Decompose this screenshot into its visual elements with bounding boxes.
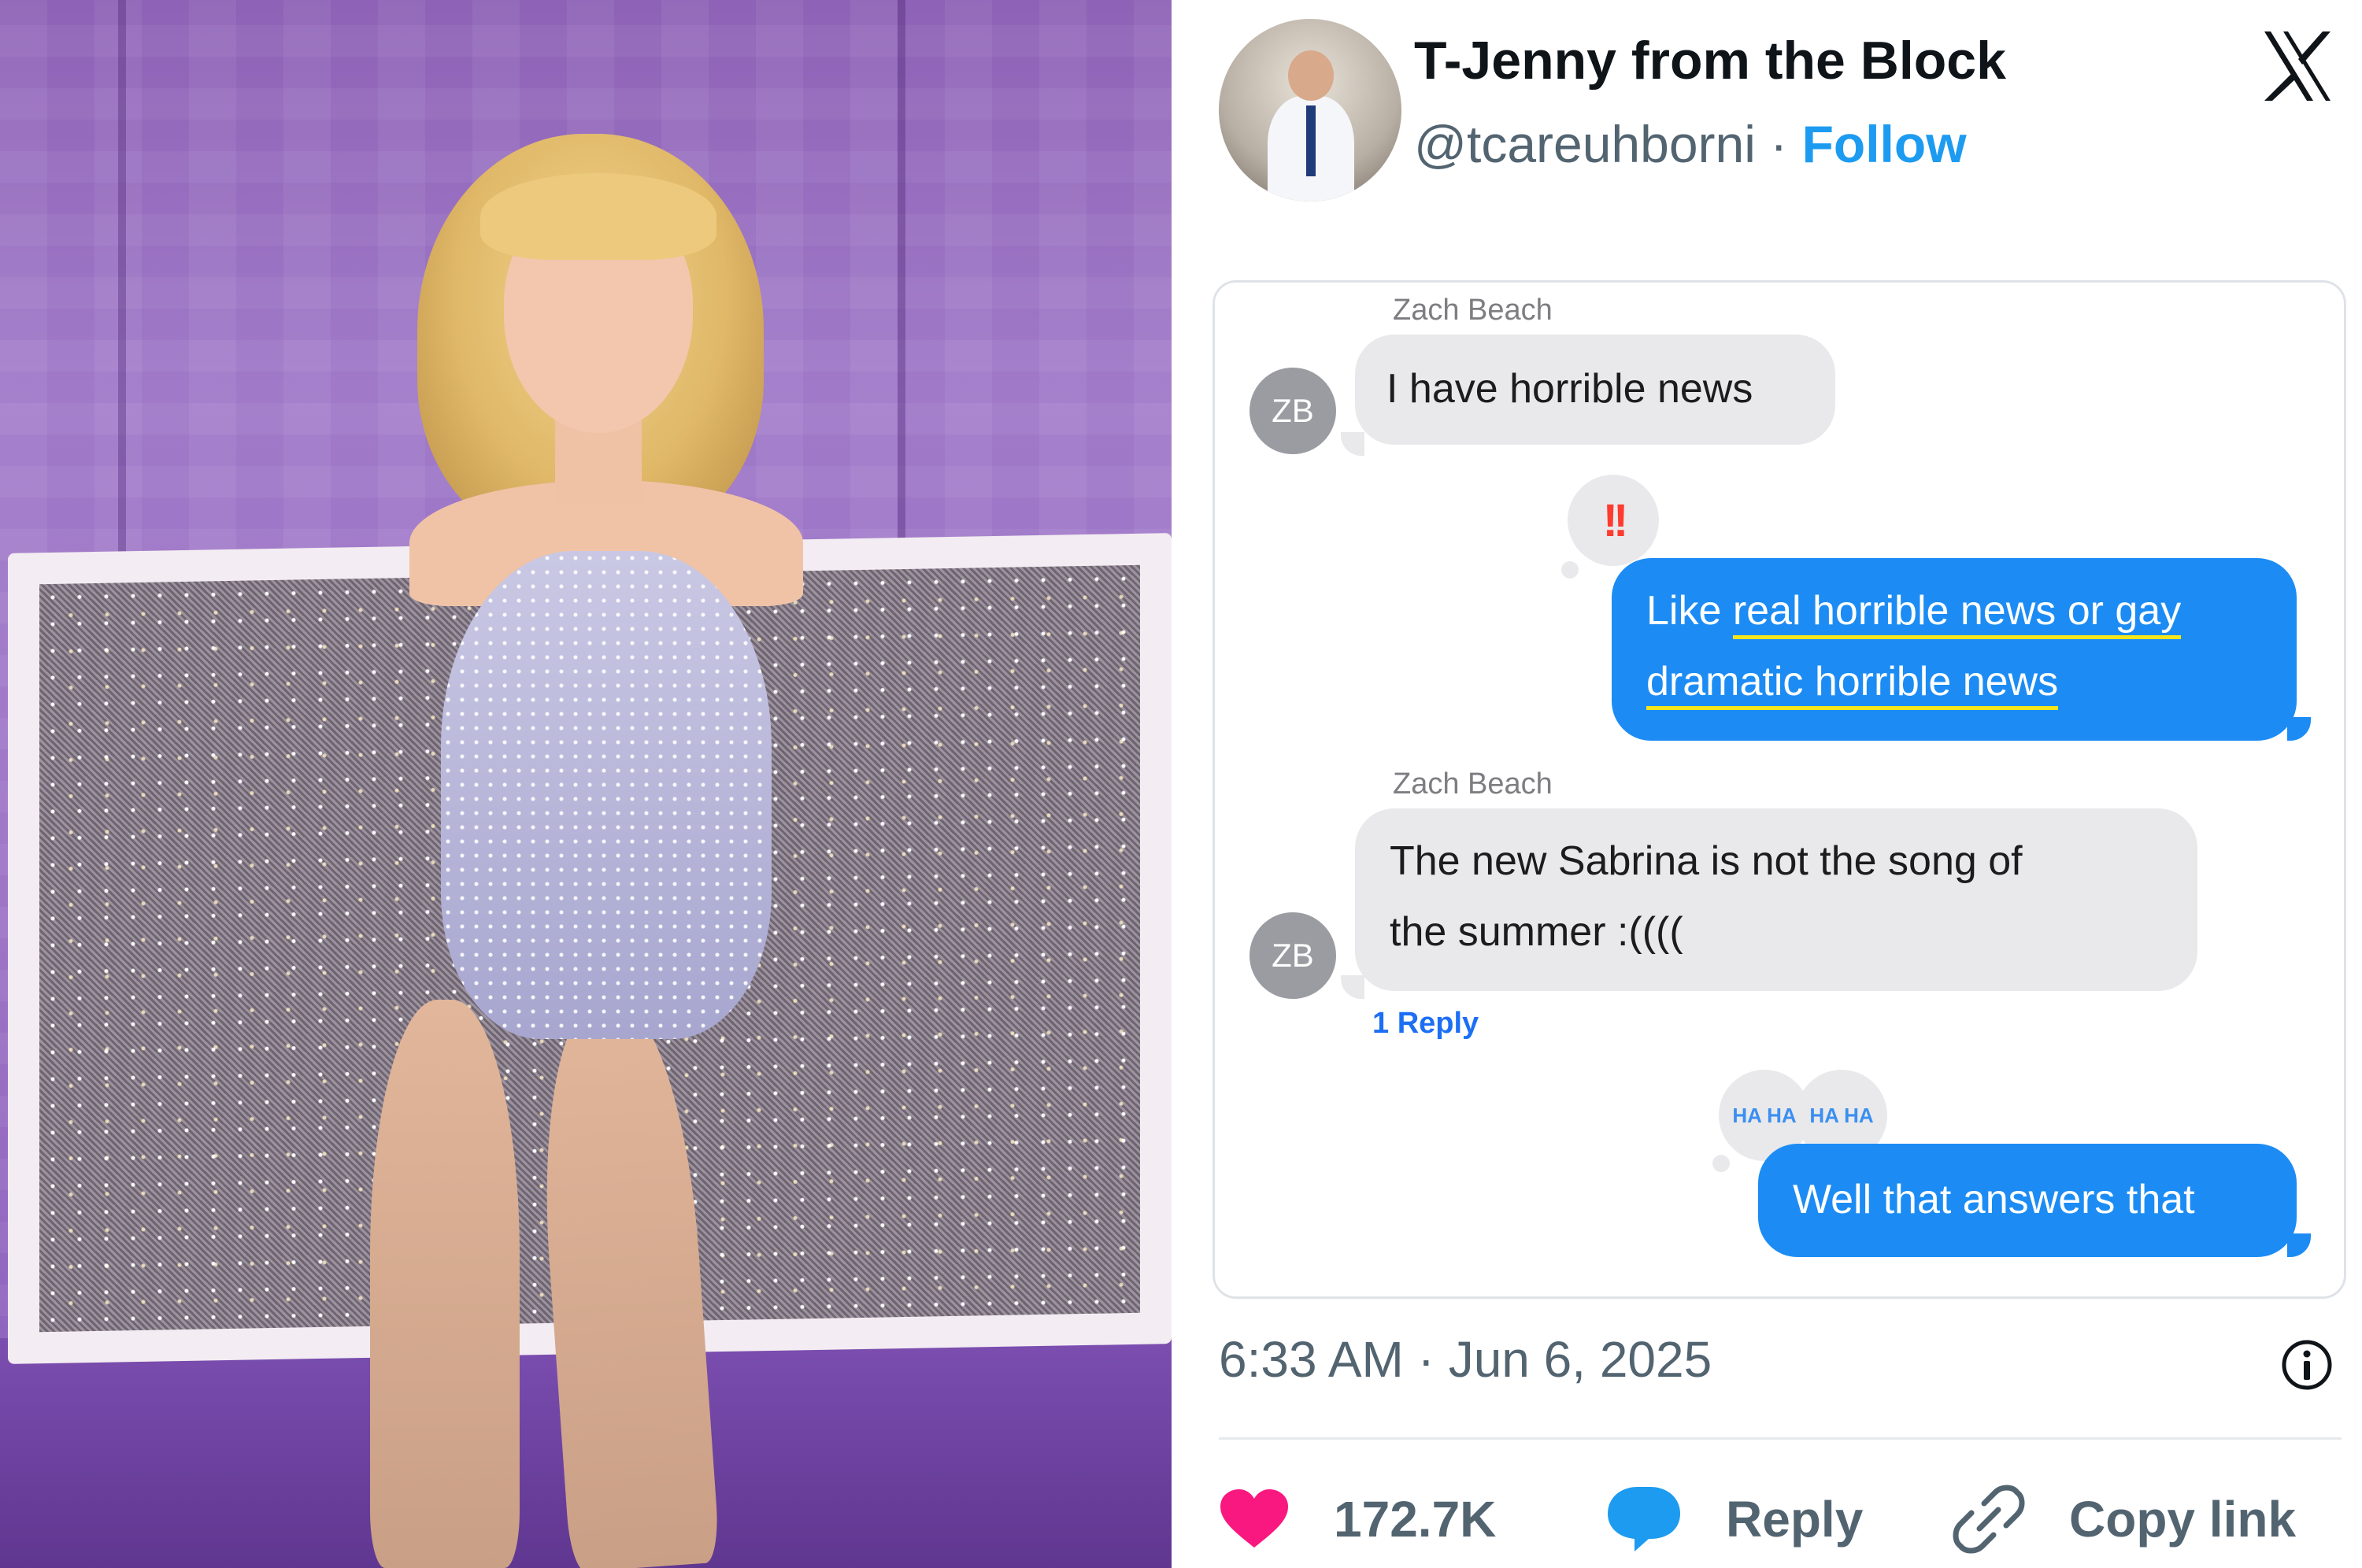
message-text: I have horrible news bbox=[1386, 366, 1753, 412]
info-icon[interactable] bbox=[2280, 1338, 2334, 1392]
copy-link-button[interactable]: Copy link bbox=[1953, 1480, 2296, 1559]
sender-name: Zach Beach bbox=[1393, 294, 1553, 327]
tapback-tail bbox=[1561, 561, 1579, 579]
highlighted-text: real horrible news or gay bbox=[1732, 588, 2182, 639]
outgoing-message: Like real horrible news or gay dramatic … bbox=[1612, 558, 2297, 741]
author-handle[interactable]: @tcareuhborni bbox=[1414, 115, 1756, 173]
message-text: Like bbox=[1646, 588, 1733, 634]
contact-avatar: ZB bbox=[1249, 912, 1336, 999]
tapback-tail bbox=[1712, 1155, 1730, 1172]
like-button[interactable]: 172.7K bbox=[1219, 1480, 1496, 1559]
incoming-message: The new Sabrina is not the song of the s… bbox=[1355, 808, 2197, 991]
author-handle-row: @tcareuhborni · Follow bbox=[1414, 114, 1967, 174]
contact-avatar: ZB bbox=[1249, 368, 1336, 454]
highlighted-text: dramatic horrible news bbox=[1646, 659, 2059, 710]
bubble-tail bbox=[2287, 717, 2311, 741]
bubble-tail bbox=[1341, 432, 1364, 456]
outgoing-message: Well that answers that bbox=[1758, 1144, 2297, 1257]
bubble-tail bbox=[2287, 1233, 2311, 1257]
reply-label: Reply bbox=[1726, 1491, 1864, 1548]
link-icon bbox=[1953, 1485, 2025, 1554]
tweet-actions: 172.7K Reply Copy link bbox=[1219, 1480, 2342, 1559]
bubble-tail bbox=[1341, 975, 1364, 999]
sender-name: Zach Beach bbox=[1393, 767, 1553, 801]
incoming-message: I have horrible news bbox=[1355, 335, 1835, 445]
follow-button[interactable]: Follow bbox=[1802, 115, 1967, 173]
tapback-reaction: !! bbox=[1568, 475, 1659, 566]
author-avatar[interactable] bbox=[1219, 19, 1401, 202]
haha-icon: HA HA bbox=[1809, 1104, 1874, 1127]
performer-bangs bbox=[480, 173, 716, 260]
message-text: The new Sabrina is not the song of bbox=[1390, 838, 2023, 884]
haha-icon: HA HA bbox=[1732, 1104, 1797, 1127]
performer-leg bbox=[370, 1000, 520, 1568]
divider bbox=[1219, 1437, 2342, 1440]
heart-icon bbox=[1220, 1489, 1288, 1548]
double-exclamation-icon: !! bbox=[1602, 494, 1629, 546]
tweet-card: T-Jenny from the Block @tcareuhborni · F… bbox=[1172, 0, 2362, 1568]
concert-photo bbox=[0, 0, 1172, 1568]
separator-dot: · bbox=[1770, 115, 1788, 173]
author-display-name[interactable]: T-Jenny from the Block bbox=[1414, 30, 2006, 91]
x-logo-icon[interactable] bbox=[2258, 27, 2337, 105]
like-count: 172.7K bbox=[1334, 1491, 1497, 1548]
tweet-timestamp[interactable]: 6:33 AM · Jun 6, 2025 bbox=[1219, 1330, 1712, 1389]
reply-bubble-icon bbox=[1608, 1487, 1680, 1551]
message-text: the summer :(((( bbox=[1390, 909, 1683, 955]
message-text: Well that answers that bbox=[1793, 1177, 2195, 1222]
reply-button[interactable]: Reply bbox=[1606, 1480, 1863, 1559]
imessage-screenshot: Zach Beach ZB I have horrible news !! Li… bbox=[1212, 280, 2346, 1299]
sequined-bodysuit bbox=[441, 551, 772, 1039]
copy-link-label: Copy link bbox=[2069, 1491, 2297, 1548]
thread-reply-link[interactable]: 1 Reply bbox=[1372, 1007, 1479, 1041]
